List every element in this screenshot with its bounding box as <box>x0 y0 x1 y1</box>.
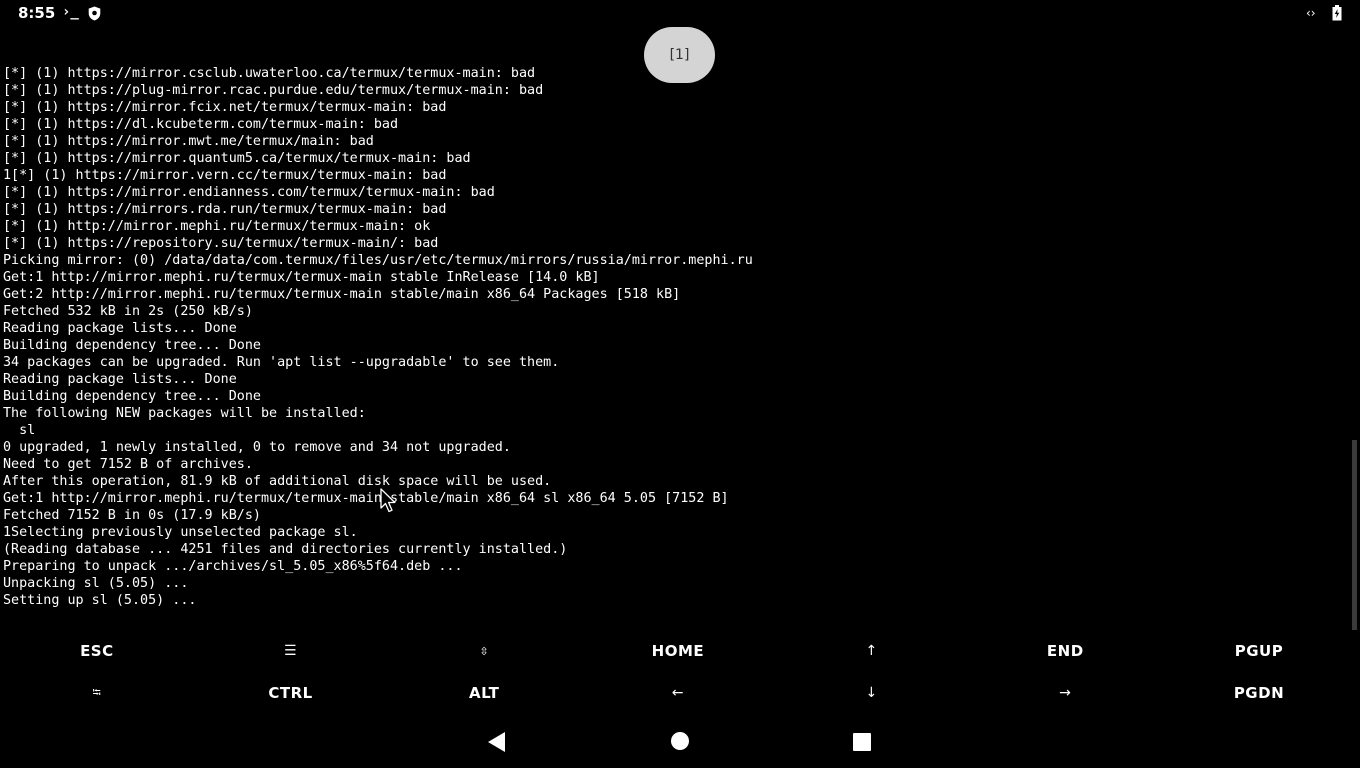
terminal-line: Reading package lists... Done <box>3 372 237 387</box>
terminal-line: 0 upgraded, 1 newly installed, 0 to remo… <box>3 440 511 455</box>
terminal-line: Fetched 7152 B in 0s (17.9 kB/s) <box>3 508 261 523</box>
recents-icon[interactable] <box>853 733 871 751</box>
terminal-scrollbar[interactable] <box>1352 440 1357 630</box>
terminal-line: Get:1 http://mirror.mephi.ru/termux/term… <box>3 491 729 506</box>
key-down[interactable]: ↓ <box>775 672 969 714</box>
terminal-line: Building dependency tree... Done <box>3 389 261 404</box>
key-tab[interactable]: ⭾ <box>0 672 194 714</box>
terminal-lines: [*] (1) https://mirror.csclub.uwaterloo.… <box>3 65 1353 609</box>
key-pgup[interactable]: PGUP <box>1162 630 1356 672</box>
key-pgdn[interactable]: PGDN <box>1162 672 1356 714</box>
terminal-output[interactable]: [*] (1) https://mirror.csclub.uwaterloo.… <box>3 31 1353 627</box>
status-time: 8:55 <box>18 4 56 22</box>
extra-keys-row-1: ESC ☰ ⇳ HOME ↑ END PGUP <box>0 630 1360 672</box>
terminal-line: [*] (1) https://dl.kcubeterm.com/termux-… <box>3 117 399 132</box>
key-up[interactable]: ↑ <box>775 630 969 672</box>
terminal-line: Get:2 http://mirror.mephi.ru/termux/term… <box>3 287 681 302</box>
terminal-line: sl <box>3 423 36 438</box>
terminal-line: Need to get 7152 B of archives. <box>3 457 253 472</box>
terminal-line: Unpacking sl (5.05) ... <box>3 576 189 591</box>
terminal-line: [*] (1) http://mirror.mephi.ru/termux/te… <box>3 219 431 234</box>
terminal-line: 1[*] (1) https://mirror.vern.cc/termux/t… <box>3 168 447 183</box>
terminal-line: 1Selecting previously unselected package… <box>3 525 358 540</box>
home-icon[interactable] <box>671 732 689 750</box>
terminal-line: The following NEW packages will be insta… <box>3 406 366 421</box>
key-alt[interactable]: ALT <box>387 672 581 714</box>
terminal-line: [*] (1) https://repository.su/termux/ter… <box>3 236 439 251</box>
mouse-pointer-icon <box>380 488 396 513</box>
terminal-line: [*] (1) https://mirror.endianness.com/te… <box>3 185 495 200</box>
terminal-line: Setting up sl (5.05) ... <box>3 593 197 608</box>
key-end[interactable]: END <box>968 630 1162 672</box>
key-esc[interactable]: ESC <box>0 630 194 672</box>
terminal-line: Get:1 http://mirror.mephi.ru/termux/term… <box>3 270 600 285</box>
key-drawer[interactable]: ☰ <box>194 630 388 672</box>
key-ctrl[interactable]: CTRL <box>194 672 388 714</box>
terminal-line: 34 packages can be upgraded. Run 'apt li… <box>3 355 560 370</box>
terminal-line: [*] (1) https://plug-mirror.rcac.purdue.… <box>3 83 544 98</box>
key-right[interactable]: → <box>968 672 1162 714</box>
terminal-line: (Reading database ... 4251 files and dir… <box>3 542 568 557</box>
battery-icon <box>1332 5 1342 21</box>
extra-keys-row-2: ⭾ CTRL ALT ← ↓ → PGDN <box>0 672 1360 714</box>
navigation-bar <box>0 718 1360 766</box>
terminal-line: Fetched 532 kB in 2s (250 kB/s) <box>3 304 253 319</box>
terminal-line: After this operation, 81.9 kB of additio… <box>3 474 552 489</box>
terminal-line: [*] (1) https://mirror.mwt.me/termux/mai… <box>3 134 374 149</box>
data-arrows-icon: ‹› <box>1306 6 1316 20</box>
terminal-line: Preparing to unpack .../archives/sl_5.05… <box>3 559 463 574</box>
back-icon[interactable] <box>487 731 507 753</box>
shield-icon <box>88 6 101 21</box>
terminal-line: Picking mirror: (0) /data/data/com.termu… <box>3 253 753 268</box>
key-keyboard-toggle[interactable]: ⇳ <box>387 630 581 672</box>
key-left[interactable]: ← <box>581 672 775 714</box>
terminal-icon: ›_ <box>62 4 79 20</box>
key-home[interactable]: HOME <box>581 630 775 672</box>
terminal-line: [*] (1) https://mirror.fcix.net/termux/t… <box>3 100 447 115</box>
terminal-line: Building dependency tree... Done <box>3 338 261 353</box>
terminal-line: [*] (1) https://mirror.csclub.uwaterloo.… <box>3 66 536 81</box>
terminal-line: [*] (1) https://mirror.quantum5.ca/termu… <box>3 151 471 166</box>
status-bar: 8:55 ›_ ‹› <box>0 0 1360 28</box>
terminal-line: Reading package lists... Done <box>3 321 237 336</box>
terminal-line: [*] (1) https://mirrors.rda.run/termux/t… <box>3 202 447 217</box>
extra-keys-bar: ESC ☰ ⇳ HOME ↑ END PGUP ⭾ CTRL ALT ← ↓ → PGDN <box>0 630 1360 714</box>
